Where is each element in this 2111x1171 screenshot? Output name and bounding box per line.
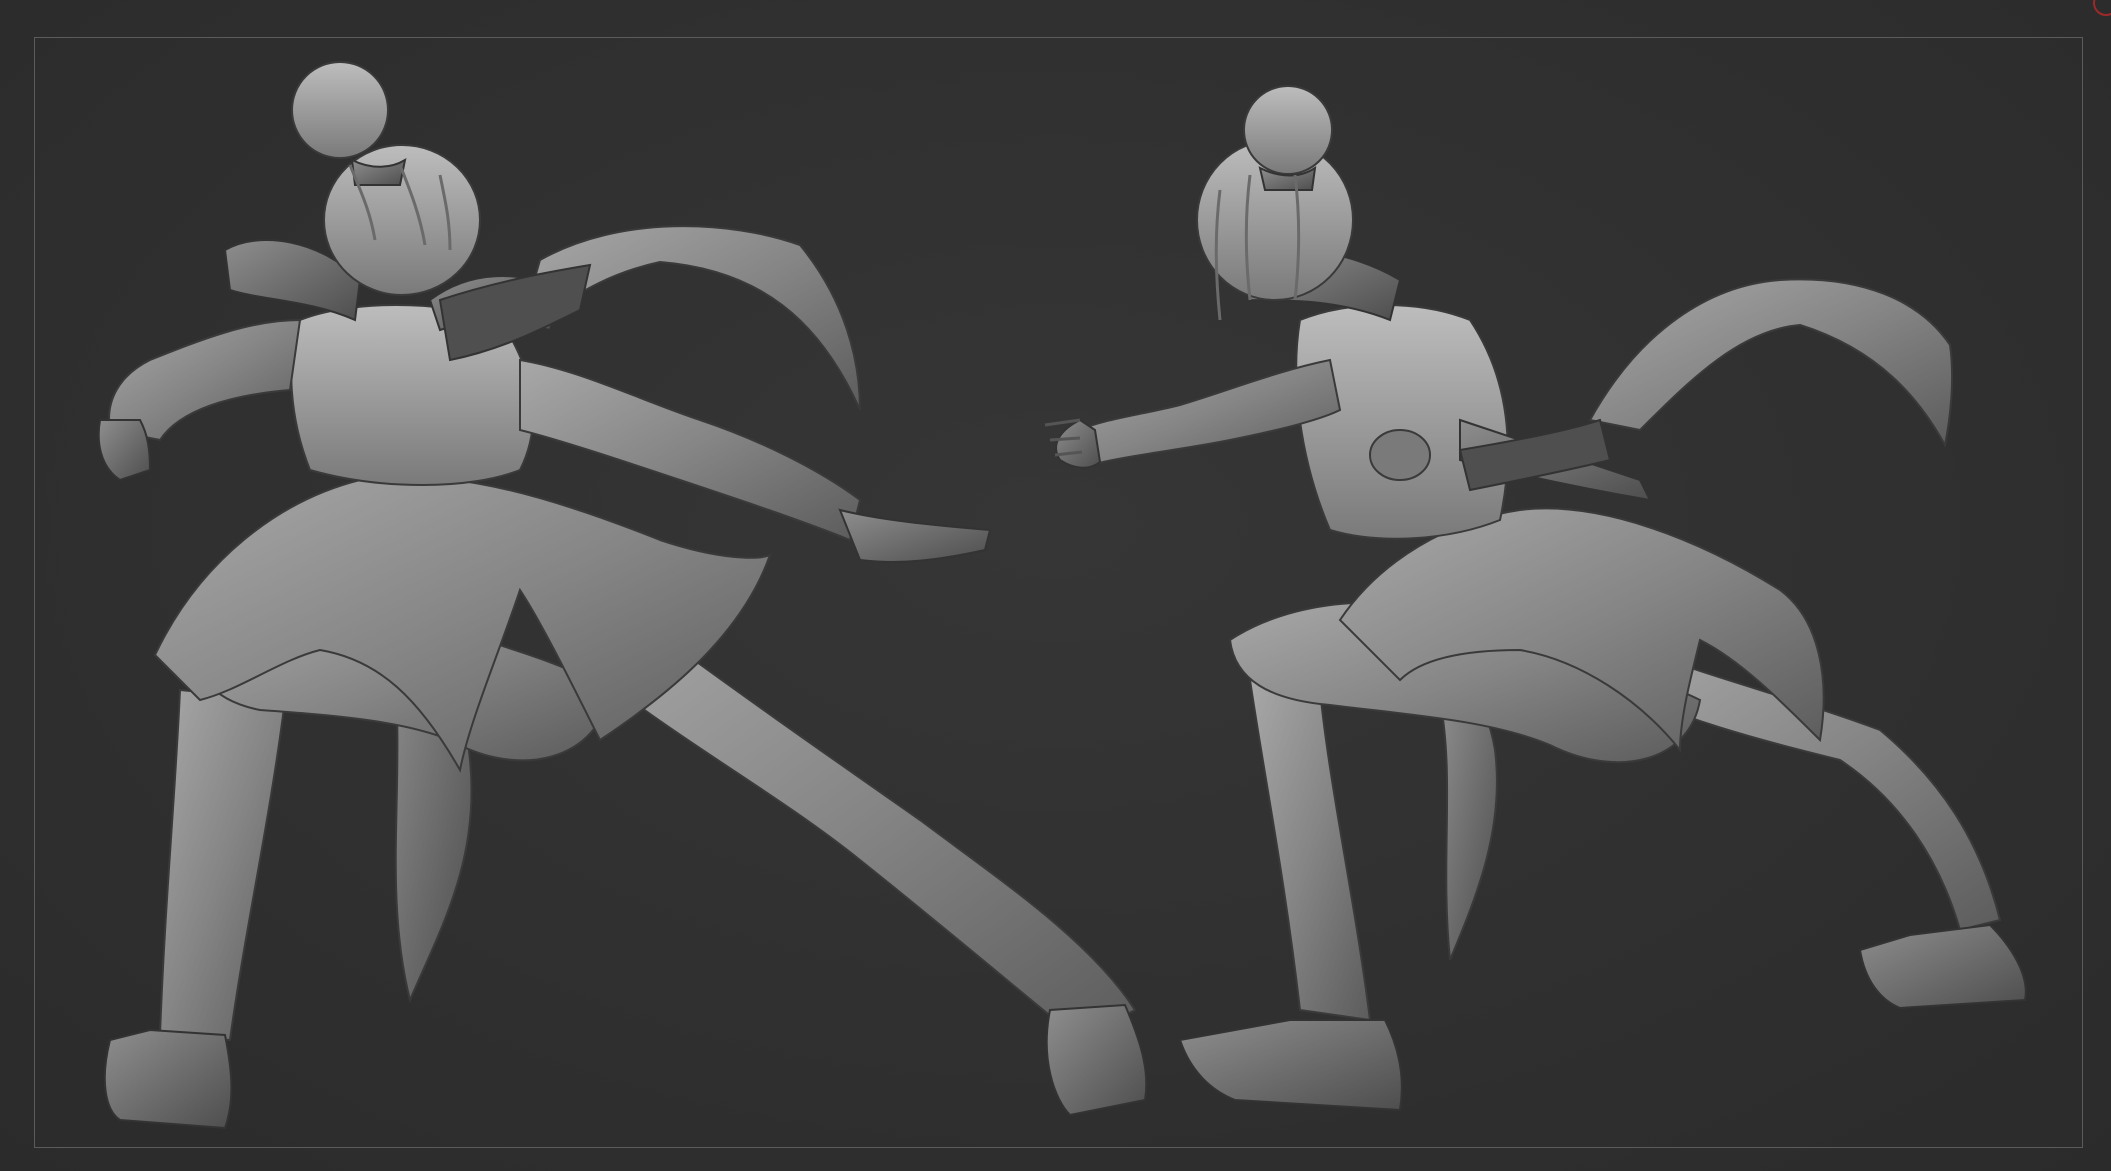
- sculpt-model-back-view: [97, 61, 1148, 1130]
- 3d-viewport[interactable]: [0, 0, 2111, 1171]
- sculpt-model-front-view: [1044, 85, 2027, 1112]
- sculpt-scene[interactable]: [0, 0, 2111, 1171]
